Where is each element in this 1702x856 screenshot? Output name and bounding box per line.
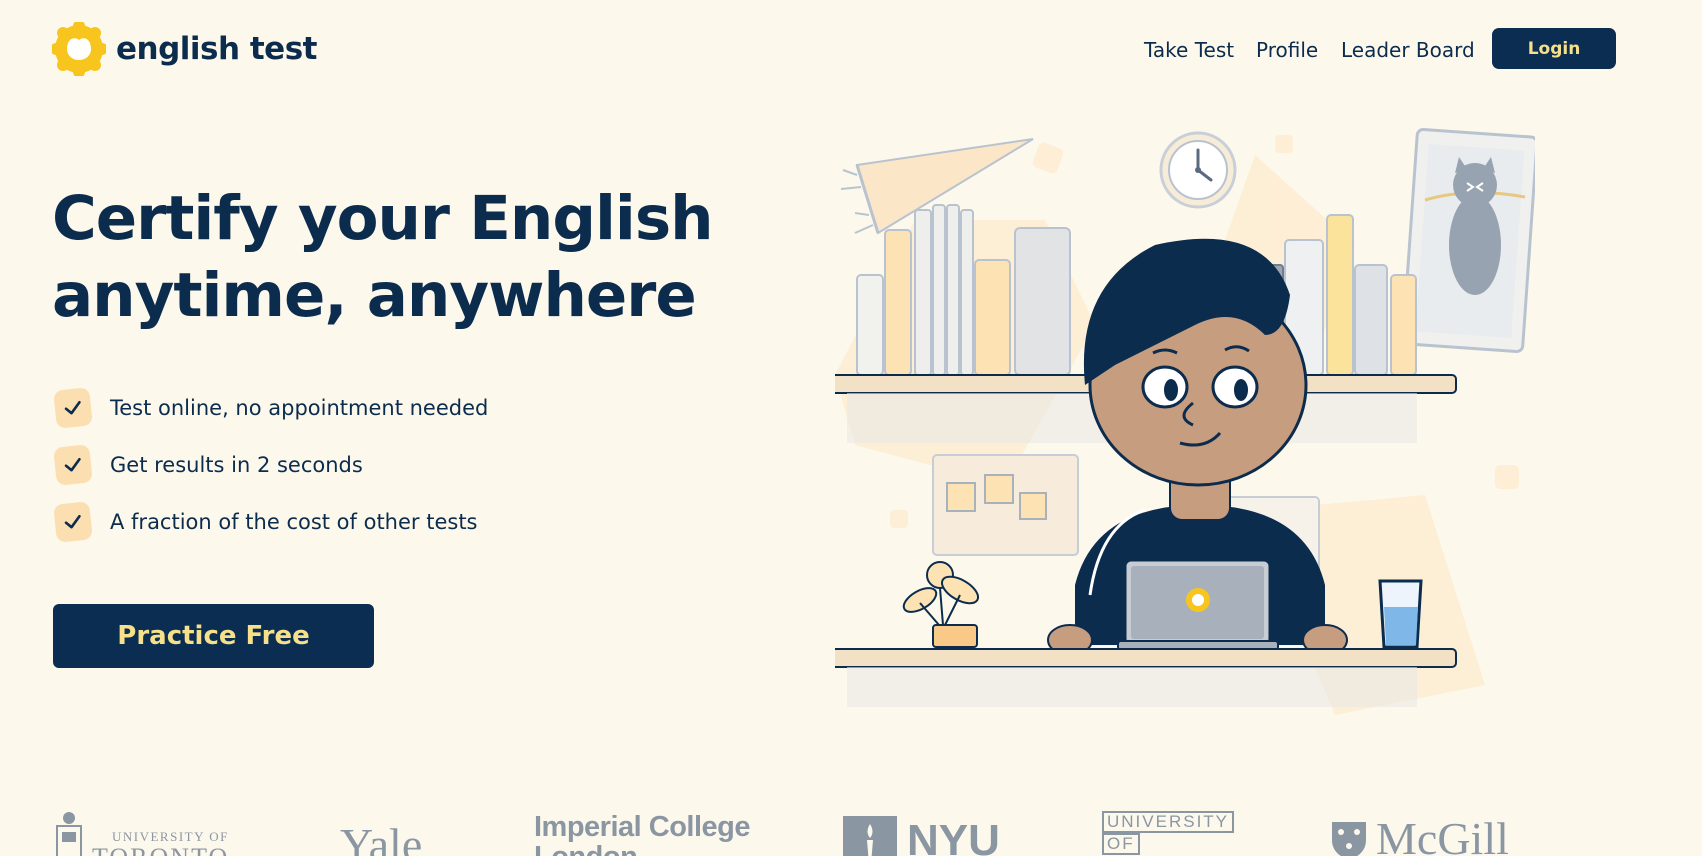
potted-plant: [902, 561, 980, 648]
login-button[interactable]: Login: [1492, 28, 1616, 69]
feature-text: Test online, no appointment needed: [110, 396, 489, 420]
hero-title-line2: anytime, anywhere: [52, 260, 697, 331]
uni-of-line1: UNIVERSITY: [1102, 811, 1235, 833]
brand-name: english test: [116, 31, 317, 67]
imperial-line1: Imperial College: [534, 811, 751, 843]
desk: [835, 648, 1457, 668]
feature-item: Test online, no appointment needed: [53, 387, 489, 429]
nav-profile[interactable]: Profile: [1256, 38, 1318, 62]
practice-free-button[interactable]: Practice Free: [53, 604, 374, 668]
toronto-line2: TORONTO: [92, 843, 229, 856]
imperial-line2: London: [534, 841, 638, 856]
hero-title: Certify your English anytime, anywhere: [52, 180, 752, 334]
site-header: english test Take Test Profile Leader Bo…: [0, 0, 1702, 98]
nav-leader-board[interactable]: Leader Board: [1341, 38, 1475, 62]
checkmark-icon: [53, 501, 93, 543]
laptop: [1117, 558, 1279, 651]
nav-take-test[interactable]: Take Test: [1144, 38, 1234, 62]
nyu-text: NYU: [907, 816, 1000, 856]
checkmark-icon: [53, 444, 93, 486]
feature-item: Get results in 2 seconds: [53, 444, 363, 486]
toronto-crest-icon: [56, 812, 82, 856]
feature-text: Get results in 2 seconds: [110, 453, 363, 477]
water-glass: [1378, 579, 1423, 649]
cat-poster: [1401, 127, 1535, 354]
mcgill-crest-icon: [1332, 822, 1366, 856]
feature-item: A fraction of the cost of other tests: [53, 501, 478, 543]
logo-yale: Yale: [340, 819, 423, 856]
logo-flower-icon: [52, 22, 106, 76]
mcgill-text: McGill: [1376, 813, 1509, 856]
university-logos: UNIVERSITY OF TORONTO Yale Imperial Coll…: [0, 800, 1702, 856]
hero-illustration: [835, 127, 1535, 715]
wall-clock: [1159, 131, 1237, 209]
uni-of-line2: OF: [1102, 833, 1140, 855]
nyu-torch-icon: [843, 816, 897, 856]
feature-text: A fraction of the cost of other tests: [110, 510, 478, 534]
hero-title-line1: Certify your English: [52, 183, 714, 254]
brand-logo[interactable]: english test: [52, 22, 317, 76]
checkmark-icon: [53, 387, 93, 429]
